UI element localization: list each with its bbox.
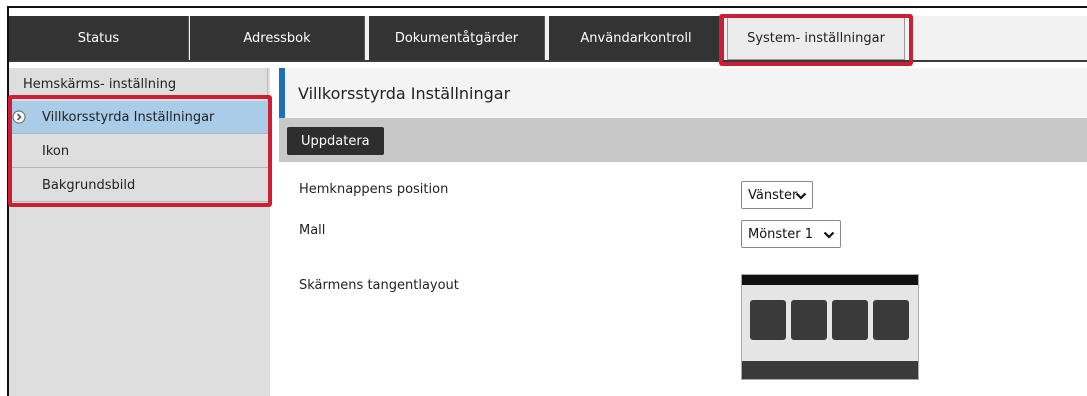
home-button-position-select[interactable]: Vänster bbox=[741, 181, 813, 209]
preview-bottom-bar bbox=[742, 361, 918, 379]
key-layout-preview[interactable] bbox=[741, 274, 919, 380]
top-tab-bar: Status Adressbok Dokumentåtgärder Använd… bbox=[9, 16, 1087, 62]
preview-key bbox=[791, 300, 827, 340]
template-label: Mall bbox=[299, 223, 326, 238]
sidebar-item-villkorsstyrda[interactable]: Villkorsstyrda Inställningar bbox=[9, 101, 268, 134]
main-panel: Villkorsstyrda Inställningar Uppdatera bbox=[279, 68, 1087, 396]
sidebar: Hemskärms- inställning Villkorsstyrda In… bbox=[9, 68, 270, 396]
tab-status[interactable]: Status bbox=[9, 16, 189, 60]
preview-key bbox=[750, 300, 786, 340]
preview-key bbox=[832, 300, 868, 340]
circle-chevron-right-icon bbox=[12, 110, 26, 124]
preview-top-bar bbox=[742, 275, 918, 285]
sidebar-item-ikon[interactable]: Ikon bbox=[9, 135, 268, 168]
sidebar-item-bakgrundsbild[interactable]: Bakgrundsbild bbox=[9, 169, 268, 202]
tab-bar-underline bbox=[9, 60, 1087, 62]
key-layout-label: Skärmens tangentlayout bbox=[299, 278, 459, 293]
home-button-position-label: Hemknappens position bbox=[299, 182, 449, 197]
preview-key bbox=[873, 300, 909, 340]
template-select[interactable]: Mönster 1 bbox=[741, 220, 841, 248]
tab-anvandarkontroll[interactable]: Användarkontroll bbox=[549, 16, 724, 60]
frame-top-border bbox=[7, 6, 1087, 8]
select-value: Mönster 1 bbox=[748, 226, 814, 242]
select-value: Vänster bbox=[748, 187, 798, 203]
sidebar-header: Hemskärms- inställning bbox=[9, 68, 268, 101]
chevron-down-icon bbox=[795, 192, 807, 200]
sidebar-item-label: Ikon bbox=[42, 143, 70, 159]
sidebar-item-label: Bakgrundsbild bbox=[42, 177, 136, 193]
page-title: Villkorsstyrda Inställningar bbox=[298, 83, 511, 103]
page-title-bar: Villkorsstyrda Inställningar bbox=[279, 68, 1087, 118]
sidebar-item-label: Villkorsstyrda Inställningar bbox=[42, 109, 215, 125]
tab-system-installningar[interactable]: System- inställningar bbox=[727, 16, 905, 60]
action-bar bbox=[279, 118, 1087, 162]
chevron-down-icon bbox=[823, 231, 835, 239]
tab-dokumentatgarder[interactable]: Dokumentåtgärder bbox=[369, 16, 545, 60]
update-button[interactable]: Uppdatera bbox=[287, 127, 384, 155]
title-accent bbox=[279, 68, 285, 118]
tab-adressbok[interactable]: Adressbok bbox=[190, 16, 365, 60]
